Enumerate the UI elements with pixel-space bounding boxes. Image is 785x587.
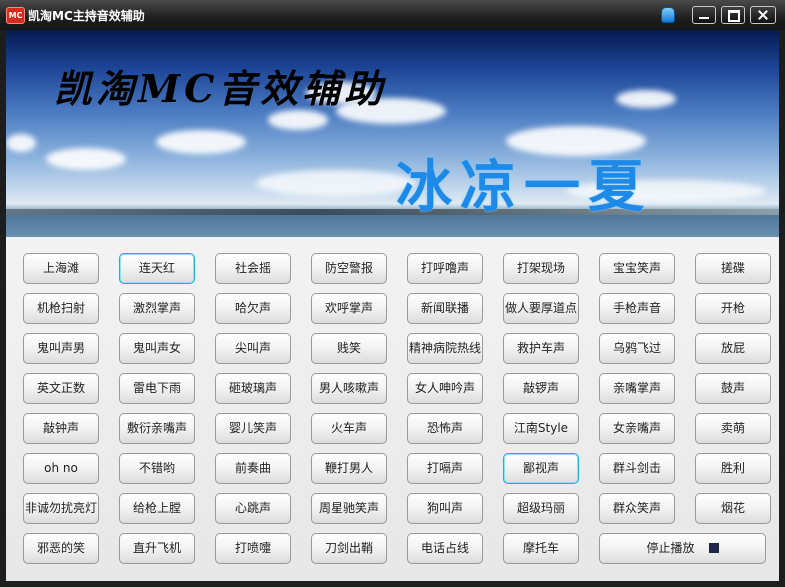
sound-button[interactable]: 哈欠声: [215, 293, 291, 324]
sound-button[interactable]: 救护车声: [503, 333, 579, 364]
title-bar: MC 凯淘MC主持音效辅助: [0, 0, 785, 30]
sea: [6, 215, 779, 237]
sound-button[interactable]: 鬼叫声男: [23, 333, 99, 364]
app-logo-icon: MC: [6, 7, 25, 24]
sound-button[interactable]: 恐怖声: [407, 413, 483, 444]
sound-button[interactable]: 打架现场: [503, 253, 579, 284]
sound-button[interactable]: 乌鸦飞过: [599, 333, 675, 364]
cloud: [256, 170, 416, 196]
cloud: [268, 110, 328, 130]
sound-button[interactable]: 防空警报: [311, 253, 387, 284]
sound-button[interactable]: 鼓声: [695, 373, 771, 404]
sound-button[interactable]: 电话占线: [407, 533, 483, 564]
sound-button[interactable]: oh no: [23, 453, 99, 484]
sound-button[interactable]: 手枪声音: [599, 293, 675, 324]
sound-button[interactable]: 新闻联播: [407, 293, 483, 324]
sound-button[interactable]: 女亲嘴声: [599, 413, 675, 444]
sound-button[interactable]: 连天红: [119, 253, 195, 284]
sound-button[interactable]: 群众笑声: [599, 493, 675, 524]
sound-button[interactable]: 敷衍亲嘴声: [119, 413, 195, 444]
sound-button[interactable]: 打喷嚏: [215, 533, 291, 564]
sound-button[interactable]: 狗叫声: [407, 493, 483, 524]
sound-button[interactable]: 开枪: [695, 293, 771, 324]
skin-shirt-icon[interactable]: [661, 7, 675, 23]
sound-button[interactable]: 邪恶的笑: [23, 533, 99, 564]
sound-button[interactable]: 前奏曲: [215, 453, 291, 484]
sound-button[interactable]: 雷电下雨: [119, 373, 195, 404]
window-title: 凯淘MC主持音效辅助: [28, 9, 145, 23]
sound-button[interactable]: 英文正数: [23, 373, 99, 404]
stop-square-icon: [708, 543, 719, 553]
banner-slogan: 冰凉一夏: [396, 155, 652, 220]
cloud: [156, 130, 246, 154]
sound-button[interactable]: 不错哟: [119, 453, 195, 484]
sound-button[interactable]: 烟花: [695, 493, 771, 524]
sound-button[interactable]: 搓碟: [695, 253, 771, 284]
sound-button[interactable]: 超级玛丽: [503, 493, 579, 524]
cloud: [46, 148, 126, 170]
sound-button[interactable]: 机枪扫射: [23, 293, 99, 324]
sound-button[interactable]: 火车声: [311, 413, 387, 444]
sound-button[interactable]: 摩托车: [503, 533, 579, 564]
sound-button[interactable]: 男人咳嗽声: [311, 373, 387, 404]
sound-button[interactable]: 上海滩: [23, 253, 99, 284]
cloud: [6, 134, 36, 152]
sound-button[interactable]: 社会摇: [215, 253, 291, 284]
sound-button[interactable]: 非诚勿扰亮灯: [23, 493, 99, 524]
sound-button[interactable]: 精神病院热线: [407, 333, 483, 364]
sound-button[interactable]: 宝宝笑声: [599, 253, 675, 284]
sound-button[interactable]: 鞭打男人: [311, 453, 387, 484]
sound-button[interactable]: 欢呼掌声: [311, 293, 387, 324]
sound-button[interactable]: 刀剑出鞘: [311, 533, 387, 564]
stop-playback-button[interactable]: 停止播放: [599, 533, 766, 564]
sound-button[interactable]: 敲钟声: [23, 413, 99, 444]
sound-button[interactable]: 亲嘴掌声: [599, 373, 675, 404]
sound-button[interactable]: 胜利: [695, 453, 771, 484]
sound-button[interactable]: 江南Style: [503, 413, 579, 444]
sound-button[interactable]: 卖萌: [695, 413, 771, 444]
sound-button[interactable]: 激烈掌声: [119, 293, 195, 324]
minimize-icon[interactable]: [692, 6, 716, 24]
sound-button[interactable]: 打嗝声: [407, 453, 483, 484]
sound-button[interactable]: 砸玻璃声: [215, 373, 291, 404]
sound-button[interactable]: 婴儿笑声: [215, 413, 291, 444]
sound-button[interactable]: 群斗剑击: [599, 453, 675, 484]
stop-button-label: 停止播放: [646, 541, 695, 555]
sound-button[interactable]: 心跳声: [215, 493, 291, 524]
cloud: [616, 90, 676, 108]
sound-button[interactable]: 鄙视声: [503, 453, 579, 484]
sound-button-panel: 上海滩 连天红 社会摇 防空警报 打呼噜声 打架现场 宝宝笑声 搓碟 机枪扫射 …: [6, 237, 779, 581]
sound-button[interactable]: 放屁: [695, 333, 771, 364]
banner-image: 凯淘MC音效辅助 冰凉一夏: [6, 30, 779, 237]
close-icon[interactable]: [750, 6, 776, 24]
sound-button[interactable]: 尖叫声: [215, 333, 291, 364]
sound-button[interactable]: 给枪上膛: [119, 493, 195, 524]
sound-button[interactable]: 打呼噜声: [407, 253, 483, 284]
sound-button[interactable]: 做人要厚道点: [503, 293, 579, 324]
sound-button[interactable]: 女人呻吟声: [407, 373, 483, 404]
sound-button[interactable]: 鬼叫声女: [119, 333, 195, 364]
banner-title: 凯淘MC音效辅助: [54, 66, 387, 111]
sound-button[interactable]: 直升飞机: [119, 533, 195, 564]
sound-button[interactable]: 敲锣声: [503, 373, 579, 404]
sound-button[interactable]: 周星驰笑声: [311, 493, 387, 524]
maximize-icon[interactable]: [721, 6, 745, 24]
sound-button[interactable]: 贱笑: [311, 333, 387, 364]
